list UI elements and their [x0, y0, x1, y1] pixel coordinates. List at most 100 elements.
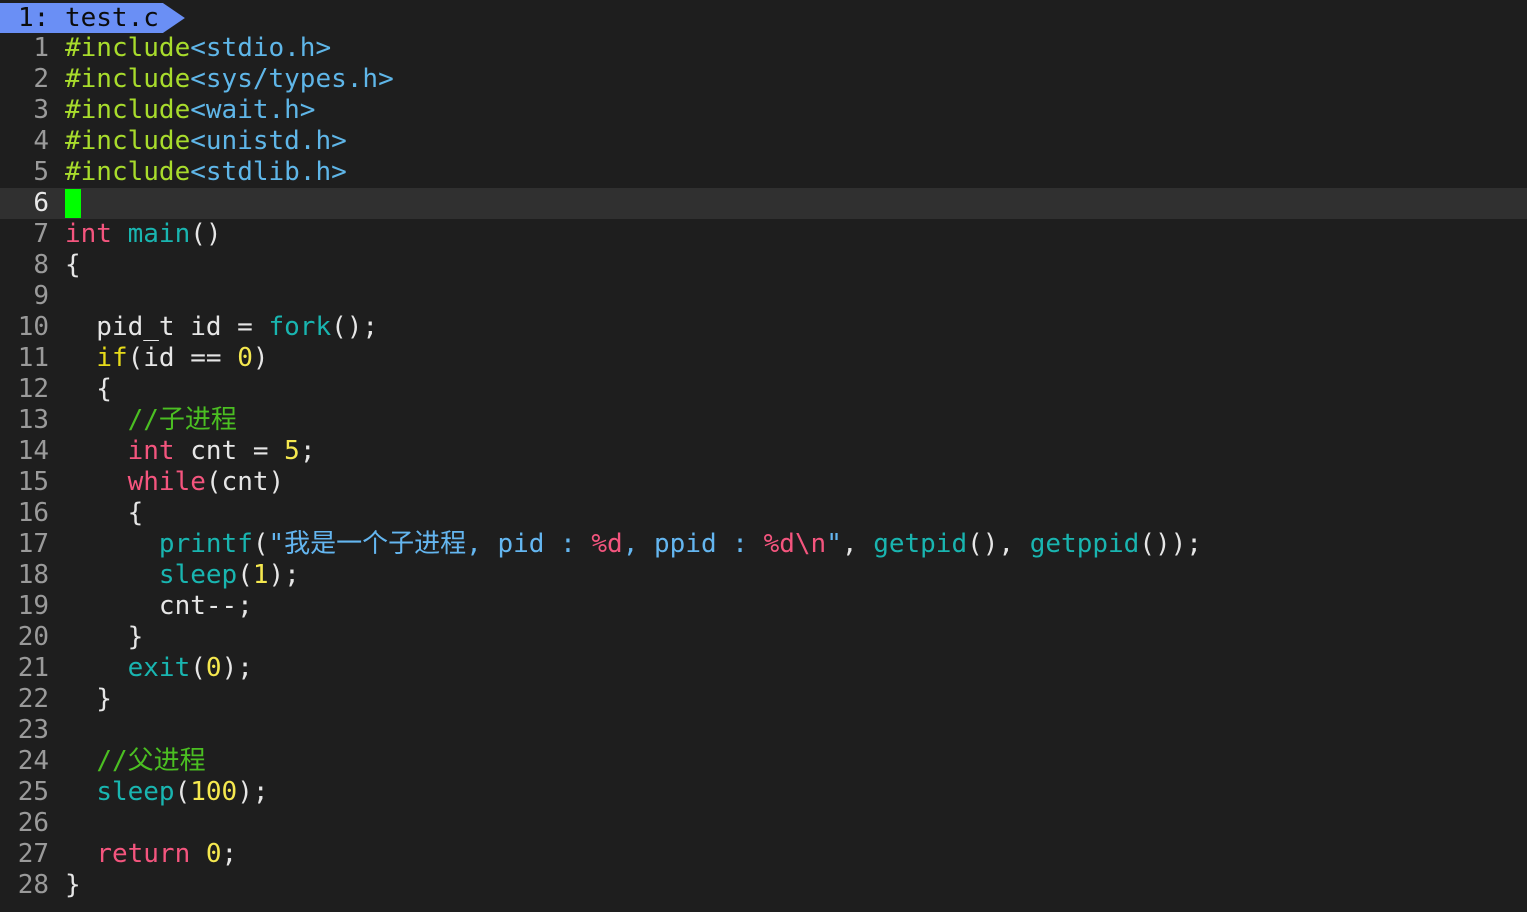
line-text: #include<unistd.h> [65, 126, 347, 157]
line-text: } [65, 684, 112, 715]
code-line[interactable]: 26 [0, 808, 1527, 839]
code-line[interactable]: 4 #include<unistd.h> [0, 126, 1527, 157]
line-number: 23 [17, 715, 49, 745]
line-number: 1 [33, 33, 49, 63]
include-path-token: <stdio.h> [190, 33, 332, 63]
code-line[interactable]: 16 { [0, 498, 1527, 529]
plain-token: ( [190, 653, 206, 683]
plain-token: cnt--; [65, 591, 253, 621]
line-number: 11 [17, 343, 49, 373]
code-line[interactable]: 6 [0, 188, 1527, 219]
keyword-token: int [127, 436, 175, 466]
plain-token: (id == [127, 343, 238, 373]
line-text: } [65, 870, 81, 901]
code-line[interactable]: 12 { [0, 374, 1527, 405]
code-line[interactable]: 2 #include<sys/types.h> [0, 64, 1527, 95]
function-name-token: getppid [1029, 529, 1140, 559]
line-number: 9 [33, 281, 49, 311]
string-literal-token: " [826, 529, 842, 559]
line-text: sleep(1); [65, 560, 300, 591]
line-text: return 0; [65, 839, 237, 870]
function-name-token: sleep [158, 560, 238, 590]
code-line[interactable]: 20 } [0, 622, 1527, 653]
plain-token: ( [174, 777, 191, 807]
line-number: 15 [17, 467, 49, 497]
code-line[interactable]: 21 exit(0); [0, 653, 1527, 684]
code-line[interactable]: 24 //父进程 [0, 746, 1527, 777]
tab-test-c[interactable]: 1: test.c [0, 3, 185, 33]
plain-token: ( [237, 560, 253, 590]
plain-token: ; [299, 436, 316, 466]
line-number: 19 [17, 591, 49, 621]
comment-token: //父进程 [96, 746, 206, 776]
plain-token: } [65, 622, 144, 652]
line-number: 4 [33, 126, 49, 156]
line-text: #include<stdlib.h> [65, 157, 347, 188]
code-line[interactable]: 19 cnt--; [0, 591, 1527, 622]
code-line[interactable]: 28} [0, 870, 1527, 901]
code-area[interactable]: 1 #include<stdio.h> 2 #include<sys/types.h>… [0, 33, 1527, 901]
line-text: //子进程 [65, 405, 237, 436]
line-number: 28 [17, 870, 49, 900]
code-line[interactable]: 22 } [0, 684, 1527, 715]
preprocessor-token: #include [65, 64, 191, 94]
function-name-token: getpid [873, 529, 968, 559]
plain-token: ()); [1139, 529, 1202, 559]
tab-bar: 1: test.c [0, 0, 1527, 33]
string-literal-token: "我是一个子进程, pid : [268, 529, 592, 559]
keyword-token: return [96, 839, 191, 869]
code-line[interactable]: 25 sleep(100); [0, 777, 1527, 808]
plain-token: ( [252, 529, 269, 559]
line-text: int main() [65, 219, 222, 250]
plain-token: (); [331, 312, 379, 342]
code-line[interactable]: 3 #include<wait.h> [0, 95, 1527, 126]
line-number: 8 [33, 250, 49, 280]
line-text: int cnt = 5; [65, 436, 316, 467]
code-line[interactable]: 27 return 0; [0, 839, 1527, 870]
plain-token: ; [221, 839, 238, 869]
plain-token: () [190, 219, 222, 249]
number-literal-token: 0 [205, 839, 222, 869]
line-number: 27 [17, 839, 49, 869]
line-number: 13 [17, 405, 49, 435]
function-name-token: main [127, 219, 191, 249]
line-text: sleep(100); [65, 777, 269, 808]
plain-token: { [65, 250, 81, 280]
preprocessor-token: #include [65, 126, 191, 156]
line-text: pid_t id = fork(); [65, 312, 378, 343]
line-number: 14 [17, 436, 49, 466]
code-line[interactable]: 8{ [0, 250, 1527, 281]
code-editor[interactable]: 1: test.c 1 #include<stdio.h> 2 #include<sy… [0, 0, 1527, 912]
code-line[interactable]: 14 int cnt = 5; [0, 436, 1527, 467]
format-specifier-token: %d\n [763, 529, 827, 559]
line-number: 5 [33, 157, 49, 187]
plain-token: } [65, 684, 112, 714]
plain-token: { [65, 498, 144, 528]
code-line[interactable]: 7 int main() [0, 219, 1527, 250]
keyword-token: int [65, 219, 112, 249]
line-number: 25 [17, 777, 49, 807]
plain-token: ); [237, 777, 269, 807]
code-line[interactable]: 11 if(id == 0) [0, 343, 1527, 374]
code-line[interactable]: 13 //子进程 [0, 405, 1527, 436]
code-line[interactable]: 15 while(cnt) [0, 467, 1527, 498]
code-line[interactable]: 10 pid_t id = fork(); [0, 312, 1527, 343]
code-line[interactable]: 17 printf("我是一个子进程, pid : %d, ppid : %d\… [0, 529, 1527, 560]
include-path-token: <wait.h> [190, 95, 316, 125]
function-name-token: exit [127, 653, 191, 683]
code-line[interactable]: 5 #include<stdlib.h> [0, 157, 1527, 188]
code-line[interactable]: 9 [0, 281, 1527, 312]
code-line[interactable]: 1 #include<stdio.h> [0, 33, 1527, 64]
function-name-token: fork [268, 312, 332, 342]
code-line[interactable]: 23 [0, 715, 1527, 746]
include-path-token: <unistd.h> [190, 126, 347, 156]
line-number: 12 [17, 374, 49, 404]
code-line[interactable]: 18 sleep(1); [0, 560, 1527, 591]
line-text: { [65, 250, 81, 281]
